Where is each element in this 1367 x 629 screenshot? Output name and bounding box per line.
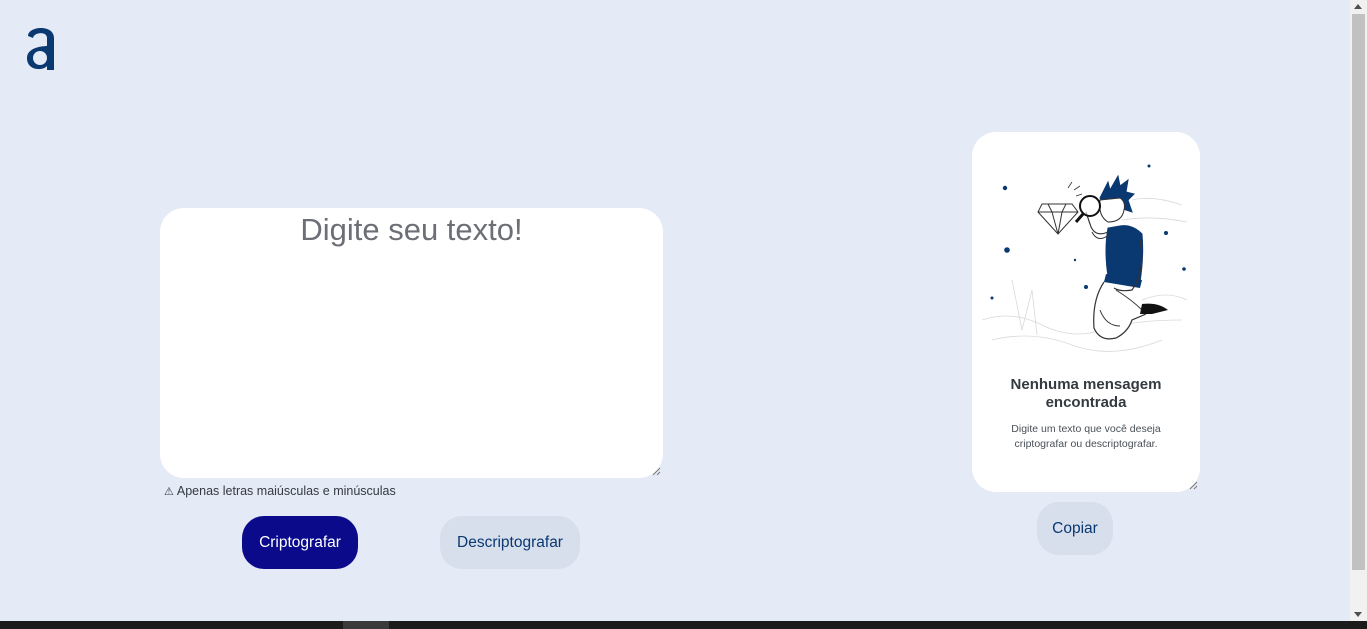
resize-handle-icon[interactable] (1189, 481, 1198, 490)
resize-handle-icon[interactable] (652, 467, 661, 476)
person-with-magnifying-glass-illustration (982, 164, 1188, 352)
output-panel: Nenhuma mensagem encontrada Digite um te… (972, 132, 1200, 492)
taskbar-item[interactable] (343, 621, 389, 629)
alura-logo-icon[interactable] (23, 22, 59, 72)
scroll-up-icon[interactable] (1354, 4, 1362, 9)
warning-text: Apenas letras maiúsculas e minúsculas (176, 484, 396, 498)
encrypt-button[interactable]: Criptografar (242, 516, 358, 569)
scroll-down-icon[interactable] (1354, 612, 1362, 617)
empty-message-description: Digite um texto que você deseja criptogr… (1011, 423, 1161, 450)
empty-message-title: Nenhuma mensagem encontrada (1010, 376, 1162, 411)
decrypt-button[interactable]: Descriptografar (440, 516, 580, 569)
text-input-container (160, 208, 663, 478)
copy-button[interactable]: Copiar (1037, 502, 1113, 555)
vertical-scrollbar[interactable] (1350, 0, 1367, 621)
scrollbar-thumb[interactable] (1352, 14, 1365, 570)
input-warning: ⚠ Apenas letras maiúsculas e minúsculas (164, 484, 396, 498)
warning-icon: ⚠ (164, 485, 174, 498)
text-input[interactable] (160, 208, 663, 478)
app-page: ⚠ Apenas letras maiúsculas e minúsculas … (0, 0, 1367, 629)
os-taskbar (0, 621, 1367, 629)
